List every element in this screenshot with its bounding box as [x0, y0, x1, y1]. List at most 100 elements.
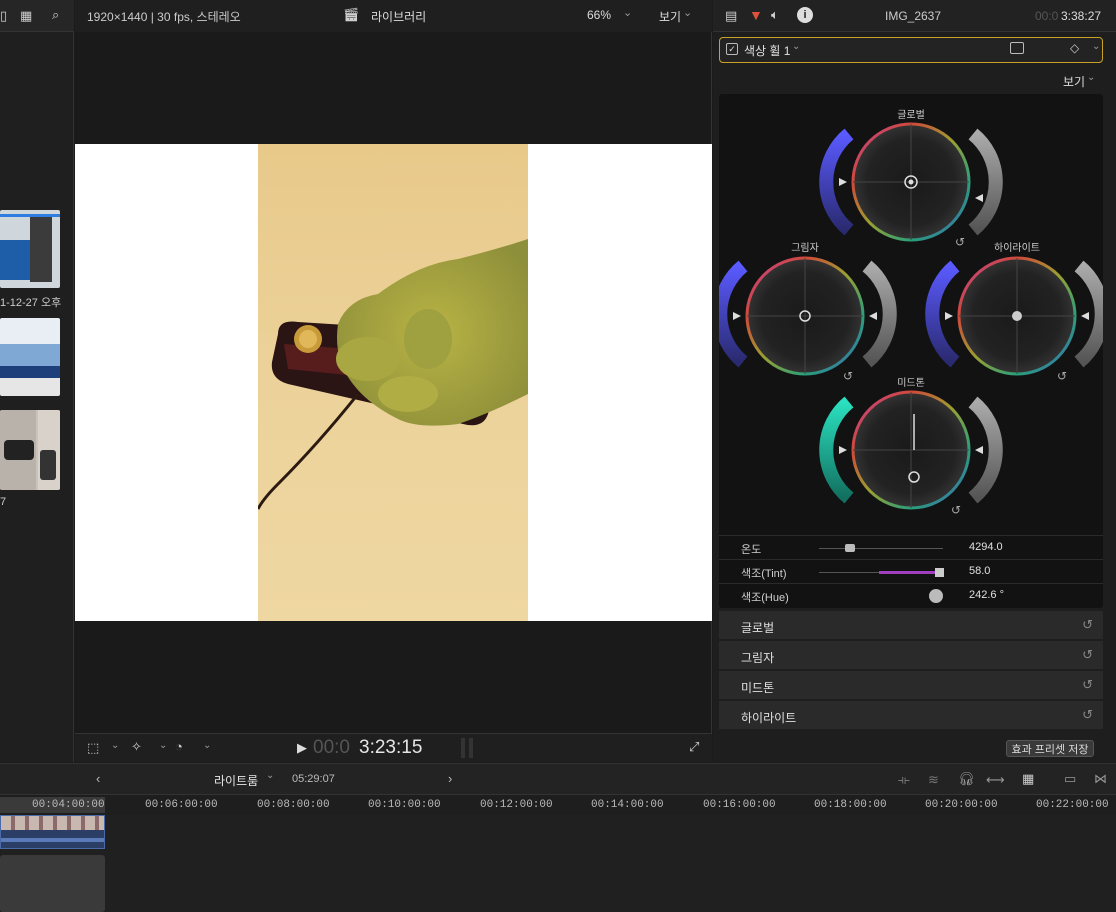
zoom-level[interactable]: 66% [587, 8, 611, 22]
viewer-canvas [75, 144, 712, 621]
browser-toolbar: ▯ ▦ ⌕ [0, 0, 74, 32]
effect-enabled-checkbox[interactable]: ✓ [726, 43, 738, 55]
ruler-tick-label: 00:18:00:00 [814, 799, 887, 811]
effect-name[interactable]: 색상 휠 1 [744, 42, 790, 59]
clip-view-icon[interactable]: ▭ [1064, 771, 1076, 787]
timeline-clip-secondary[interactable] [0, 855, 105, 912]
project-name[interactable]: 라이트룸 [214, 772, 258, 789]
clip-name: IMG_2637 [885, 9, 942, 23]
timeline-toolbar: ‹ 라이트룸 ⌄ 05:29:07 › ⟛ ≋ 🎧︎ ⟷ ▦ ▭ ⋈ [0, 763, 1116, 795]
ruler-tick-label: 00:16:00:00 [703, 799, 776, 811]
keyframe-diamond-icon[interactable]: ◇ [1070, 41, 1079, 55]
chevron-down-icon[interactable]: ⌄ [159, 740, 167, 751]
chevron-down-icon[interactable]: ⌄ [683, 6, 692, 19]
global-wheel[interactable] [819, 122, 1003, 242]
library-icon[interactable]: ▯ [0, 8, 7, 24]
reset-icon[interactable]: ↺ [1082, 707, 1093, 723]
timeline-clip[interactable] [0, 815, 105, 849]
fullscreen-icon[interactable]: ⤢ [689, 739, 699, 755]
browser-clip-thumbnail[interactable] [0, 410, 60, 490]
chevron-down-icon[interactable]: ⌄ [1087, 72, 1095, 83]
section-midtones[interactable]: 미드톤 ↺ [719, 671, 1103, 700]
timecode-dim: 00:0 [1035, 9, 1059, 23]
view-menu[interactable]: 보기 [659, 8, 681, 25]
video-inspector-icon[interactable]: ▤ [725, 8, 737, 24]
mask-icon[interactable] [1010, 42, 1024, 54]
library-name[interactable]: 라이브러리 [371, 8, 426, 25]
svg-text:↺: ↺ [951, 503, 961, 517]
headphones-icon[interactable]: 🎧︎ [958, 771, 975, 787]
svg-text:↺: ↺ [1057, 369, 1067, 383]
hue-label: 색조(Hue) [741, 592, 789, 604]
filmstrip-icon[interactable]: ▦ [20, 8, 32, 24]
clapper-icon: 🎬︎ [343, 7, 360, 22]
temperature-handle[interactable] [845, 544, 855, 552]
chevron-down-icon[interactable]: ⌄ [1092, 41, 1100, 52]
temperature-value[interactable]: 4294.0 [969, 541, 1003, 553]
playhead-timecode[interactable]: 3:23:15 [359, 737, 422, 759]
chevron-down-icon[interactable]: ⌄ [266, 770, 274, 781]
audio-meter [461, 738, 465, 758]
svg-text:↺: ↺ [843, 369, 853, 383]
timeline-ruler[interactable]: 00:04:00:00 00:06:00:00 00:08:00:00 00:1… [0, 795, 1116, 815]
chevron-down-icon[interactable]: ⌄ [203, 740, 211, 751]
ruler-tick-label: 00:10:00:00 [368, 799, 441, 811]
section-global-label: 글로벌 [741, 621, 775, 635]
hue-value[interactable]: 242.6 ° [969, 589, 1004, 601]
timeline-area[interactable] [0, 815, 1116, 912]
svg-text:↺: ↺ [955, 235, 965, 249]
browser-clip-label: 1-12-27 오후 [0, 297, 62, 309]
section-global[interactable]: 글로벌 ↺ [719, 611, 1103, 640]
chevron-down-icon[interactable]: ⌄ [792, 41, 800, 52]
audio-inspector-icon[interactable]: 🔈︎ [771, 7, 779, 23]
browser-clip-thumbnail[interactable] [0, 210, 60, 288]
back-arrow-icon[interactable]: ‹ [96, 771, 100, 786]
section-midtones-label: 미드톤 [741, 681, 775, 695]
tint-fill [879, 571, 939, 574]
save-effect-preset-button[interactable]: 효과 프리셋 저장 [1006, 740, 1094, 757]
format-info: 1920×1440 | 30 fps, 스테레오 [87, 10, 241, 24]
ruler-tick-label: 00:06:00:00 [145, 799, 218, 811]
audio-waveform-icon[interactable]: ≋ [928, 772, 939, 788]
temperature-row: 온도 4294.0 [719, 535, 1103, 559]
chevron-down-icon[interactable]: ⌄ [111, 740, 119, 751]
audio-meter [469, 738, 473, 758]
section-highlights[interactable]: 하이라이트 ↺ [719, 701, 1103, 730]
project-duration: 05:29:07 [292, 773, 335, 785]
inspector-view-menu[interactable]: 보기 [1063, 73, 1085, 90]
highlights-wheel-label: 하이라이트 [994, 243, 1040, 254]
info-icon[interactable]: i [797, 7, 813, 23]
browser-clip-thumbnail[interactable] [0, 318, 60, 396]
clip-appearance-icon[interactable]: ⟛ [898, 772, 910, 788]
snapping-icon[interactable]: ⟷ [986, 772, 1005, 788]
transitions-icon[interactable]: ⋈ [1094, 771, 1107, 787]
filmstrip-icon[interactable]: ▦ [1022, 771, 1034, 787]
highlights-wheel[interactable] [925, 256, 1103, 376]
global-wheel-label: 글로벌 [897, 110, 925, 121]
transform-icon[interactable]: ⬚ [87, 740, 99, 756]
chevron-down-icon[interactable]: ⌄ [623, 6, 632, 19]
ruler-tick-label: 00:08:00:00 [257, 799, 330, 811]
video-image [258, 144, 528, 621]
temperature-slider[interactable] [819, 548, 943, 549]
section-shadows-label: 그림자 [741, 651, 775, 665]
reset-icon[interactable]: ↺ [1082, 647, 1093, 663]
shadows-wheel[interactable] [719, 256, 897, 376]
ruler-tick-label: 00:12:00:00 [480, 799, 553, 811]
tint-value[interactable]: 58.0 [969, 565, 990, 577]
shadows-wheel-label: 그림자 [791, 243, 819, 254]
tint-handle[interactable] [935, 568, 944, 577]
play-icon[interactable]: ▶ [297, 740, 307, 756]
search-icon[interactable]: ⌕ [52, 7, 59, 23]
effect-selector[interactable]: ✓ 색상 휠 1 ⌄ ◇ ⌄ [719, 37, 1103, 63]
section-highlights-label: 하이라이트 [741, 711, 797, 725]
speed-icon[interactable]: ◔ [175, 739, 183, 754]
midtones-wheel[interactable] [819, 390, 1003, 510]
hue-dial[interactable] [929, 589, 943, 603]
section-shadows[interactable]: 그림자 ↺ [719, 641, 1103, 670]
reset-icon[interactable]: ↺ [1082, 617, 1093, 633]
reset-icon[interactable]: ↺ [1082, 677, 1093, 693]
forward-arrow-icon[interactable]: › [448, 771, 452, 786]
magic-wand-icon[interactable]: ✧ [131, 739, 142, 755]
color-inspector-icon[interactable]: ▼ [749, 7, 763, 23]
